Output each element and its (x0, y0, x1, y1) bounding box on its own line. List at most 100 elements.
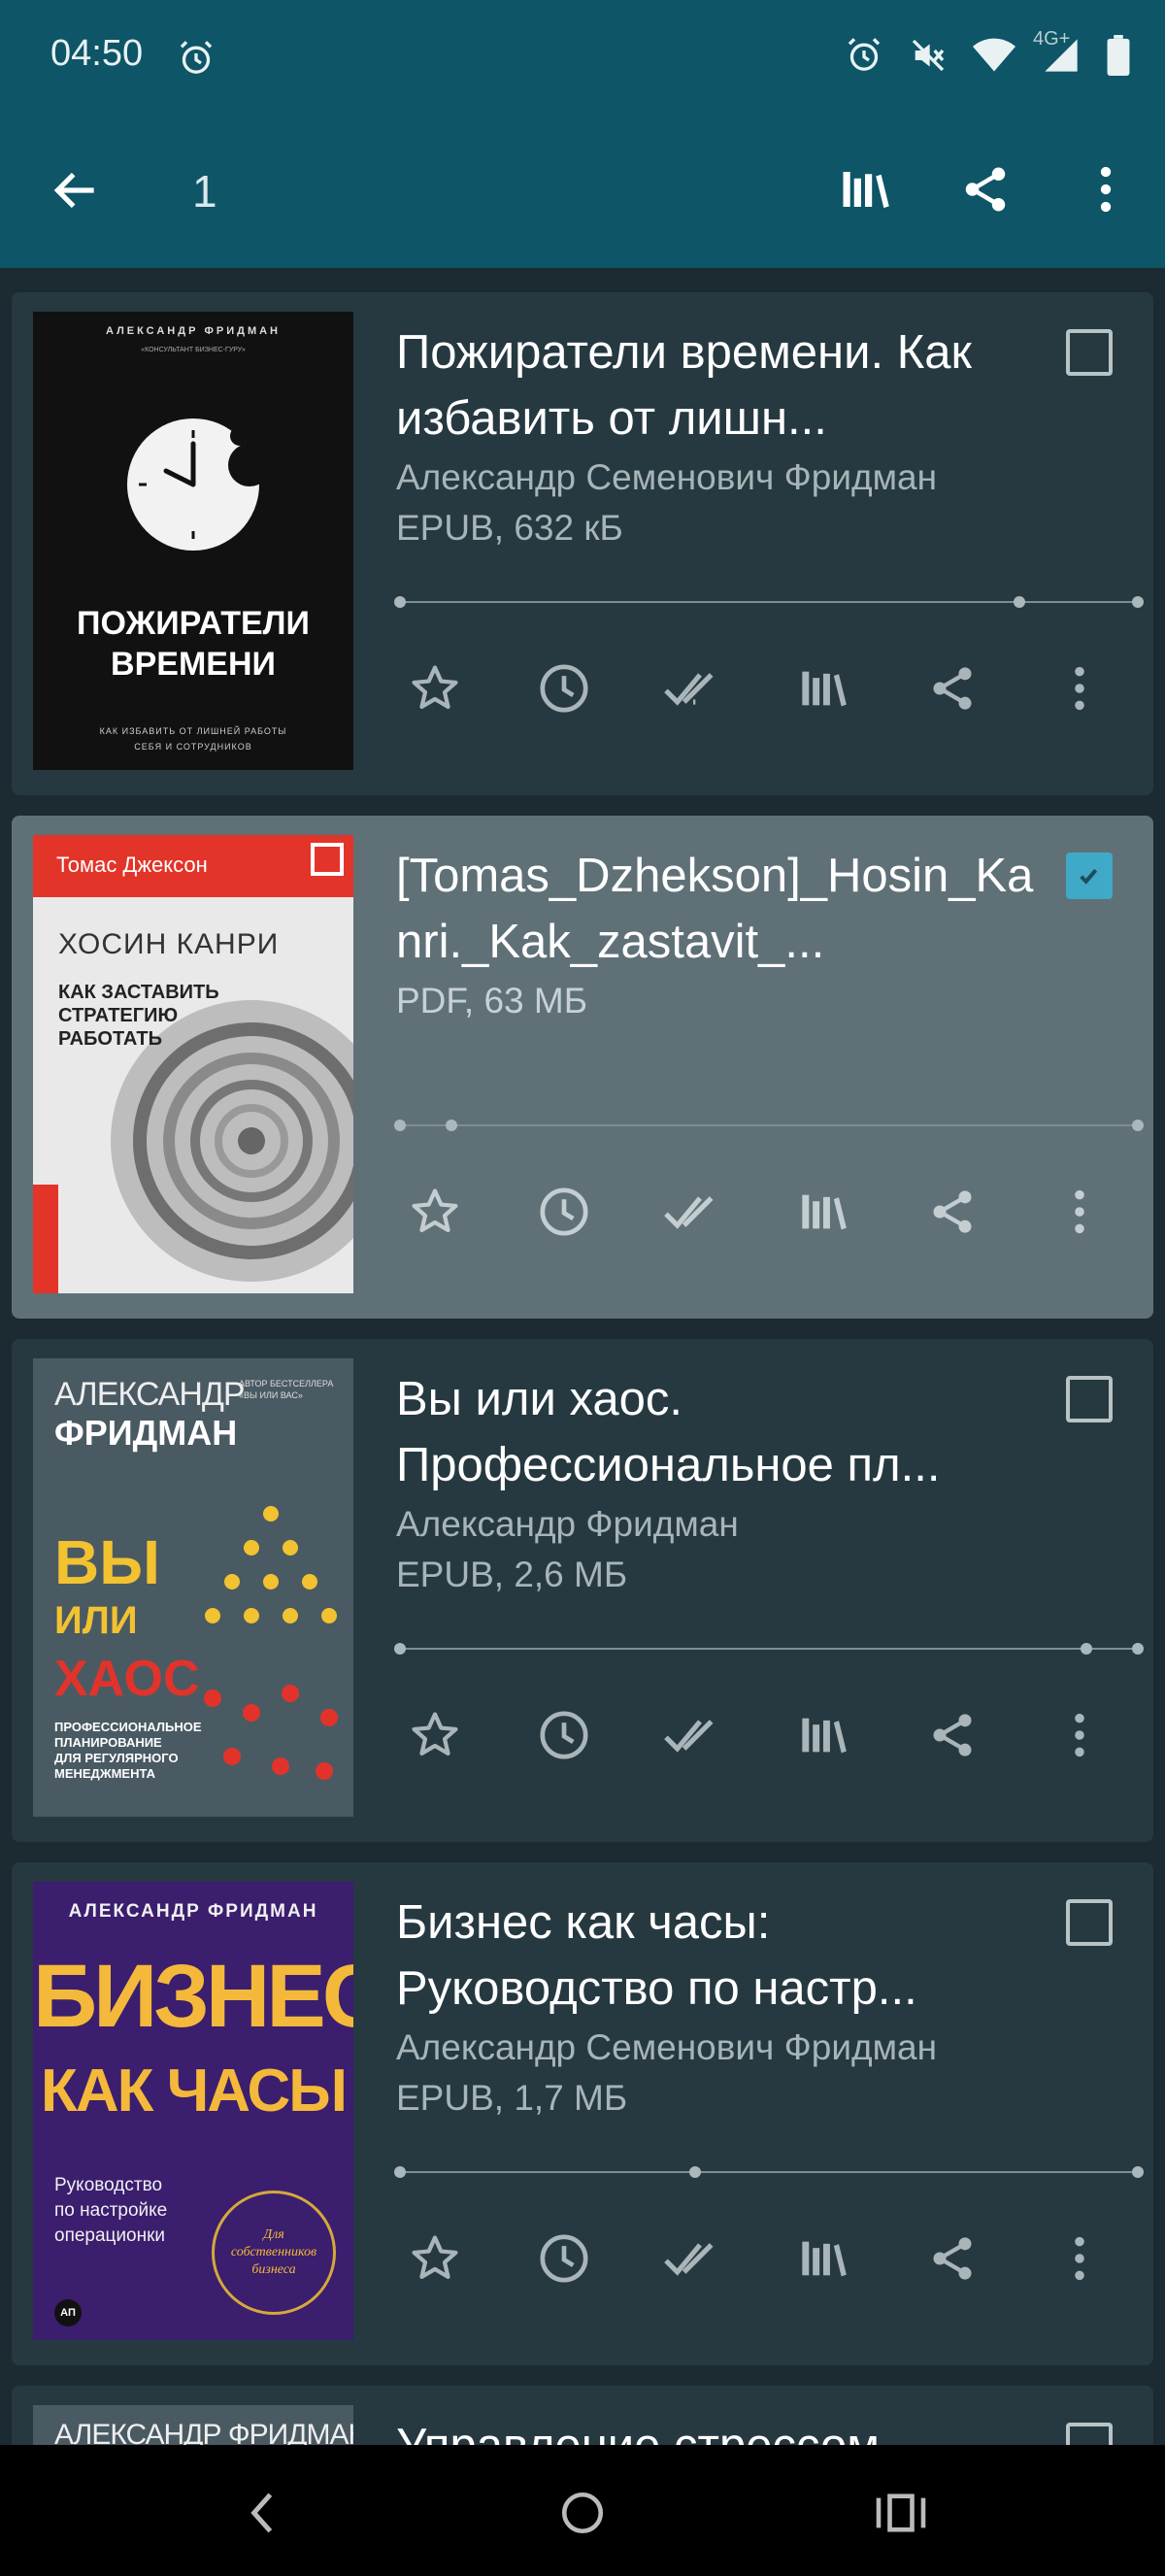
seal-line: бизнеса (251, 2262, 296, 2277)
cover-title-line: ВЫ (54, 1527, 160, 1597)
reading-progress (394, 1120, 1144, 1131)
cover-title-line: БИЗНЕС (33, 1947, 353, 2046)
cover-accent (33, 1185, 58, 1293)
book-title[interactable]: Пожиратели времени. Как избавить от лишн… (396, 319, 1037, 452)
people-pyramid-illustration (204, 1506, 338, 1780)
wifi-icon (973, 36, 1015, 75)
book-cover[interactable]: АЛЕКСАНДР ФРИДМАН (33, 2405, 353, 2445)
book-cover[interactable]: АЛЕКСАНДР ФРИДМАН АВТОР БЕСТСЕЛЛЕРА «ВЫ … (33, 1358, 353, 1817)
back-nav-icon[interactable] (233, 2484, 291, 2542)
recent-clock-icon[interactable] (533, 1181, 595, 1243)
favorite-star-icon[interactable] (404, 657, 466, 719)
cover-subtitle-line: СТРАТЕГИЮ (58, 1005, 179, 1026)
more-vert-icon[interactable] (1048, 1704, 1111, 1766)
cover-author: АЛЕКСАНДР ФРИДМАН (105, 325, 281, 337)
read-done-icon[interactable] (662, 1704, 724, 1766)
back-arrow-icon[interactable] (49, 163, 103, 217)
book-author: Александр Фридман (396, 1504, 739, 1544)
select-checkbox[interactable] (1066, 329, 1113, 376)
recent-clock-icon[interactable] (533, 657, 595, 719)
book-cover[interactable]: АЛЕКСАНДР ФРИДМАН БИЗНЕС КАК ЧАСЫ Руково… (33, 1882, 353, 2340)
alarm-icon (177, 39, 216, 78)
cover-subtitle: ПРОФЕССИОНАЛЬНОЕ ПЛАНИРОВАНИЕ ДЛЯ РЕГУЛЯ… (54, 1720, 202, 1782)
cover-title: ВЫ ИЛИ ХАОС (54, 1527, 200, 1708)
reading-progress (394, 1643, 1144, 1655)
more-vert-icon[interactable] (1048, 657, 1111, 719)
cover-subtitle-line: КАК ЗАСТАВИТЬ (58, 982, 219, 1003)
alarm-icon (845, 36, 883, 75)
book-list[interactable]: АЛЕКСАНДР ФРИДМАН «КОНСУЛЬТАНТ БИЗНЕС-ГУ… (0, 268, 1165, 2445)
favorite-star-icon[interactable] (404, 1181, 466, 1243)
progress-marker (1132, 1643, 1144, 1655)
favorite-star-icon[interactable] (404, 1704, 466, 1766)
recent-clock-icon[interactable] (533, 2227, 595, 2290)
progress-marker (446, 1120, 458, 1131)
book-card[interactable]: АЛЕКСАНДР ФРИДМАН «КОНСУЛЬТАНТ БИЗНЕС-ГУ… (12, 292, 1153, 795)
cover-seal: Для собственников бизнеса (212, 2191, 336, 2315)
library-icon[interactable] (792, 2227, 854, 2290)
book-card[interactable]: АЛЕКСАНДР ФРИДМАН АВТОР БЕСТСЕЛЛЕРА «ВЫ … (12, 1339, 1153, 1842)
book-format: EPUB, 632 кБ (396, 508, 623, 548)
book-card-selected[interactable]: Томас Джексон ХОСИН КАНРИ КАК ЗАСТАВИТЬ … (12, 816, 1153, 1319)
book-card[interactable]: АЛЕКСАНДР ФРИДМАН Управление стрессом (12, 2386, 1153, 2445)
cover-tagline: «КОНСУЛЬТАНТ БИЗНЕС-ГУРУ» (141, 347, 246, 353)
book-title[interactable]: [Tomas_Dzhekson]_Hosin_Kanri._Kak_zastav… (396, 843, 1037, 975)
cover-subtitle-line: ПРОФЕССИОНАЛЬНОЕ (54, 1720, 202, 1734)
home-nav-icon[interactable] (553, 2484, 612, 2542)
select-checkbox-checked[interactable] (1066, 853, 1113, 899)
more-vert-icon[interactable] (1048, 1181, 1111, 1243)
select-checkbox[interactable] (1066, 1899, 1113, 1946)
clock-icon (127, 418, 261, 551)
book-cover[interactable]: АЛЕКСАНДР ФРИДМАН «КОНСУЛЬТАНТ БИЗНЕС-ГУ… (33, 312, 353, 770)
cover-title-line: ХАОС (54, 1651, 200, 1707)
cover-subtitle-line: ДЛЯ РЕГУЛЯРНОГО (54, 1751, 179, 1765)
progress-marker (394, 1643, 406, 1655)
book-title[interactable]: Вы или хаос. Профессиональное пл... (396, 1366, 1037, 1498)
select-checkbox[interactable] (1066, 2423, 1113, 2445)
signal-icon: 4G+ (1033, 28, 1082, 75)
share-icon[interactable] (955, 159, 1015, 219)
progress-marker (394, 2166, 406, 2178)
share-icon[interactable] (921, 657, 983, 719)
cover-author: АЛЕКСАНДР ФРИДМАН (54, 2419, 353, 2445)
cover-subtitle: КАК ЗАСТАВИТЬ СТРАТЕГИЮ РАБОТАТЬ (58, 981, 219, 1051)
book-cover[interactable]: Томас Джексон ХОСИН КАНРИ КАК ЗАСТАВИТЬ … (33, 835, 353, 1293)
recent-clock-icon[interactable] (533, 1704, 595, 1766)
share-icon[interactable] (921, 2227, 983, 2290)
share-icon[interactable] (921, 1181, 983, 1243)
cover-subtitle-line: ПЛАНИРОВАНИЕ (54, 1735, 162, 1750)
card-actions (404, 1704, 1142, 1766)
cover-author-first: АЛЕКСАНДР (54, 1376, 246, 1413)
book-title[interactable]: Бизнес как часы: Руководство по настр... (396, 1890, 1037, 2022)
select-checkbox[interactable] (1066, 1376, 1113, 1422)
recents-nav-icon[interactable] (872, 2484, 930, 2542)
library-icon[interactable] (792, 657, 854, 719)
favorite-star-icon[interactable] (404, 2227, 466, 2290)
reading-progress (394, 2166, 1144, 2178)
cover-title-line: КАК ЧАСЫ (41, 2057, 348, 2124)
book-title[interactable]: Управление стрессом (396, 2413, 1037, 2445)
cover-author-last: ФРИДМАН (54, 1413, 238, 1453)
read-done-icon[interactable] (662, 1181, 724, 1243)
seal-line: собственников (230, 2245, 317, 2259)
library-icon[interactable] (792, 1181, 854, 1243)
library-icon[interactable] (835, 159, 895, 219)
more-vert-icon[interactable] (1048, 2227, 1111, 2290)
cover-author: Томас Джексон (56, 853, 208, 877)
cover-subtitle-line: по настройке (54, 2200, 168, 2221)
cover-subtitle-line: МЕНЕДЖМЕНТА (54, 1766, 155, 1781)
card-actions (404, 1181, 1142, 1243)
library-icon[interactable] (792, 1704, 854, 1766)
cover-subtitle-line: операционки (54, 2225, 166, 2246)
read-done-icon[interactable] (662, 657, 724, 719)
mute-icon (909, 36, 948, 75)
more-vert-icon[interactable] (1076, 159, 1136, 219)
share-icon[interactable] (921, 1704, 983, 1766)
cover-title-line: ПОЖИРАТЕЛИ (77, 605, 310, 642)
read-done-icon[interactable] (662, 2227, 724, 2290)
progress-marker (394, 1120, 406, 1131)
book-card[interactable]: АЛЕКСАНДР ФРИДМАН БИЗНЕС КАК ЧАСЫ Руково… (12, 1862, 1153, 2365)
publisher-logo: АП (54, 2299, 82, 2326)
cover-subtitle: КАК ИЗБАВИТЬ ОТ ЛИШНЕЙ РАБОТЫ СЕБЯ И СОТ… (33, 723, 353, 754)
book-format: EPUB, 2,6 МБ (396, 1555, 628, 1594)
